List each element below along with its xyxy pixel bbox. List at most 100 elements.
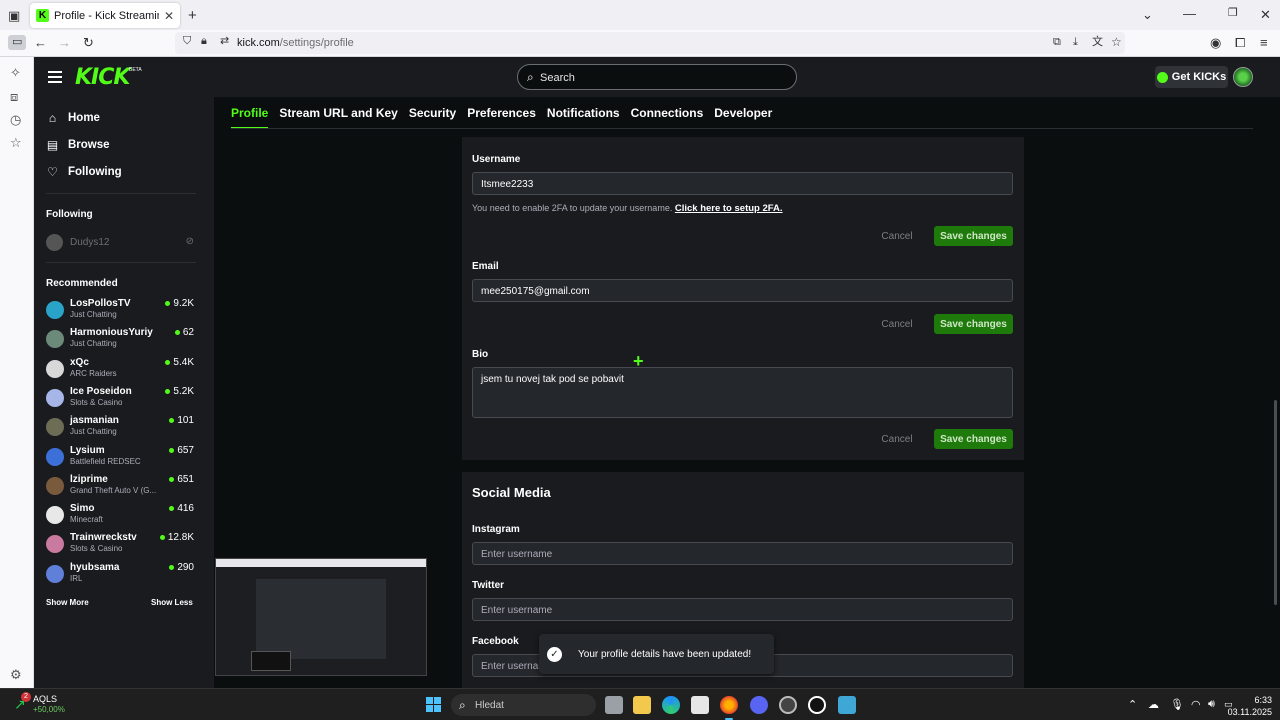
shield-icon[interactable]: ⛉: [183, 36, 191, 47]
close-window-icon[interactable]: ✕: [1260, 8, 1271, 21]
email-field[interactable]: mee250175@gmail.com: [472, 279, 1013, 302]
extension-icon[interactable]: ◉: [1210, 36, 1221, 49]
history-icon[interactable]: ◷: [10, 113, 21, 126]
beta-badge: BETA: [129, 67, 142, 73]
volume-icon[interactable]: 🔊︎: [1208, 698, 1215, 711]
tab-profile[interactable]: Profile: [231, 97, 269, 129]
recommended-channel[interactable]: Simo Minecraft 416: [46, 503, 194, 531]
sidebar-settings-gear-icon[interactable]: ⚙: [10, 668, 22, 681]
reload-icon[interactable]: ↻: [83, 36, 94, 49]
email-save-button[interactable]: Save changes: [934, 314, 1013, 334]
tab-connections[interactable]: Connections: [631, 97, 704, 129]
minimize-icon[interactable]: —: [1183, 7, 1196, 20]
username-field[interactable]: Itsmee2233: [472, 172, 1013, 195]
live-dot-icon: [169, 447, 175, 453]
channel-category: Battlefield REDSEC: [70, 456, 141, 466]
recommended-channel[interactable]: jasmanian Just Chatting 101: [46, 415, 194, 443]
synced-tabs-icon[interactable]: ⧈: [10, 90, 18, 103]
instagram-field[interactable]: Enter username: [472, 542, 1013, 565]
nav-item-browse[interactable]: ▤ Browse: [46, 138, 110, 152]
new-tab-icon[interactable]: +: [188, 8, 197, 23]
show-less-button[interactable]: Show Less: [151, 598, 193, 607]
close-tab-icon[interactable]: ✕: [164, 9, 174, 23]
recommended-channel[interactable]: Trainwreckstv Slots & Casino 12.8K: [46, 532, 194, 560]
picture-in-picture-icon[interactable]: ⧉: [1053, 37, 1061, 48]
setup-2fa-link[interactable]: Click here to setup 2FA.: [675, 203, 783, 214]
extensions-puzzle-icon[interactable]: ⧠: [1235, 36, 1245, 49]
nav-item-following[interactable]: ♡ Following: [46, 165, 122, 179]
tab-preferences[interactable]: Preferences: [467, 97, 536, 129]
browser-tab-profile[interactable]: K Profile - Kick Streaming ✕: [30, 3, 180, 28]
tab-developer[interactable]: Developer: [714, 97, 772, 129]
obs-icon[interactable]: [808, 696, 826, 714]
app-f-icon[interactable]: [838, 696, 856, 714]
recommended-channel[interactable]: Ice Poseidon Slots & Casino 5.2K: [46, 386, 194, 414]
hamburger-menu-icon[interactable]: [48, 71, 62, 83]
task-view-icon[interactable]: [605, 696, 623, 714]
bio-cancel-button[interactable]: Cancel: [871, 429, 923, 449]
permissions-icon[interactable]: ⇄: [220, 36, 229, 47]
followed-channel[interactable]: Dudys12 ⊘: [46, 233, 194, 253]
address-bar[interactable]: ⛉ 🔒︎ ⇄ kick.com/settings/profile ⧉ ⤓ 文 ☆: [175, 32, 1125, 54]
nav-label-following: Following: [68, 166, 122, 178]
steam-icon[interactable]: [779, 696, 797, 714]
recommended-channel[interactable]: Lysium Battlefield REDSEC 657: [46, 445, 194, 473]
back-icon[interactable]: ←: [34, 36, 47, 49]
followed-channel-name: Dudys12: [70, 237, 110, 248]
tab-list-chevron-icon[interactable]: ⌄: [1142, 8, 1153, 21]
email-cancel-button[interactable]: Cancel: [871, 314, 923, 334]
recommended-channel[interactable]: lziprime Grand Theft Auto V (G... 651: [46, 474, 194, 502]
sidebar-toggle-icon[interactable]: ▭: [8, 35, 27, 50]
bookmarks-star-icon[interactable]: ☆: [10, 136, 22, 149]
kick-logo[interactable]: KICK: [75, 65, 130, 90]
screenshot-preview-thumbnail[interactable]: [215, 558, 427, 676]
store-icon[interactable]: [691, 696, 709, 714]
get-kicks-button[interactable]: Get KICKs: [1155, 66, 1228, 88]
edge-icon[interactable]: [662, 696, 680, 714]
nav-item-home[interactable]: ⌂ Home: [46, 111, 100, 125]
bio-save-button[interactable]: Save changes: [934, 429, 1013, 449]
tab-stream-url-and-key[interactable]: Stream URL and Key: [279, 97, 397, 129]
translate-icon[interactable]: 文: [1092, 37, 1103, 48]
divider: [46, 193, 196, 194]
bio-textarea[interactable]: jsem tu novej tak pod se pobavit: [472, 367, 1013, 418]
system-clock[interactable]: 6:33 03.11.2025: [1222, 694, 1272, 718]
search-input[interactable]: ⌕ Search: [517, 64, 797, 90]
recommended-channel[interactable]: HarmoniousYuriy Just Chatting 62: [46, 327, 194, 355]
browser-tab-bar: ▣ K Profile - Kick Streaming ✕ + ⌄ — ❐ ✕: [0, 0, 1280, 30]
bookmark-star-icon[interactable]: ☆: [1111, 36, 1122, 48]
maximize-icon[interactable]: ❐: [1228, 8, 1238, 19]
tab-security[interactable]: Security: [409, 97, 456, 129]
channel-avatar: [46, 418, 64, 437]
live-dot-icon: [165, 388, 171, 394]
discord-icon[interactable]: [750, 696, 768, 714]
site-header: KICK BETA ⌕ Search Get KICKs: [34, 57, 1280, 97]
tray-chevron-icon[interactable]: ⌃: [1128, 698, 1137, 711]
username-cancel-button[interactable]: Cancel: [871, 226, 923, 246]
recommended-channel[interactable]: xQc ARC Raiders 5.4K: [46, 357, 194, 385]
menu-icon[interactable]: ≡: [1260, 36, 1268, 49]
viewer-count: 101: [169, 415, 194, 426]
onedrive-cloud-icon[interactable]: ☁: [1148, 698, 1159, 711]
lock-icon[interactable]: 🔒︎: [201, 36, 207, 47]
ai-chat-icon[interactable]: ✧: [10, 66, 21, 79]
viewer-count: 9.2K: [165, 298, 194, 309]
twitter-label: Twitter: [472, 580, 505, 591]
tab-notifications[interactable]: Notifications: [547, 97, 620, 129]
user-avatar[interactable]: [1233, 67, 1253, 87]
recommended-channel[interactable]: hyubsama IRL 290: [46, 562, 194, 590]
tab-manager-icon[interactable]: ▣: [8, 9, 20, 22]
firefox-icon[interactable]: [720, 696, 738, 720]
show-more-button[interactable]: Show More: [46, 598, 89, 607]
microphone-icon[interactable]: 🎙︎: [1170, 698, 1184, 711]
forward-icon[interactable]: →: [58, 36, 71, 49]
twitter-field[interactable]: Enter username: [472, 598, 1013, 621]
download-icon[interactable]: ⤓: [1073, 37, 1078, 48]
recommended-channel[interactable]: LosPollosTV Just Chatting 9.2K: [46, 298, 194, 326]
wifi-icon[interactable]: ◠: [1191, 698, 1201, 711]
username-save-button[interactable]: Save changes: [934, 226, 1013, 246]
taskbar-search[interactable]: ⌕ Hledat: [451, 694, 596, 716]
windows-start-icon[interactable]: [426, 697, 441, 712]
page-scrollbar[interactable]: [1274, 400, 1277, 605]
file-explorer-icon[interactable]: [633, 696, 651, 714]
